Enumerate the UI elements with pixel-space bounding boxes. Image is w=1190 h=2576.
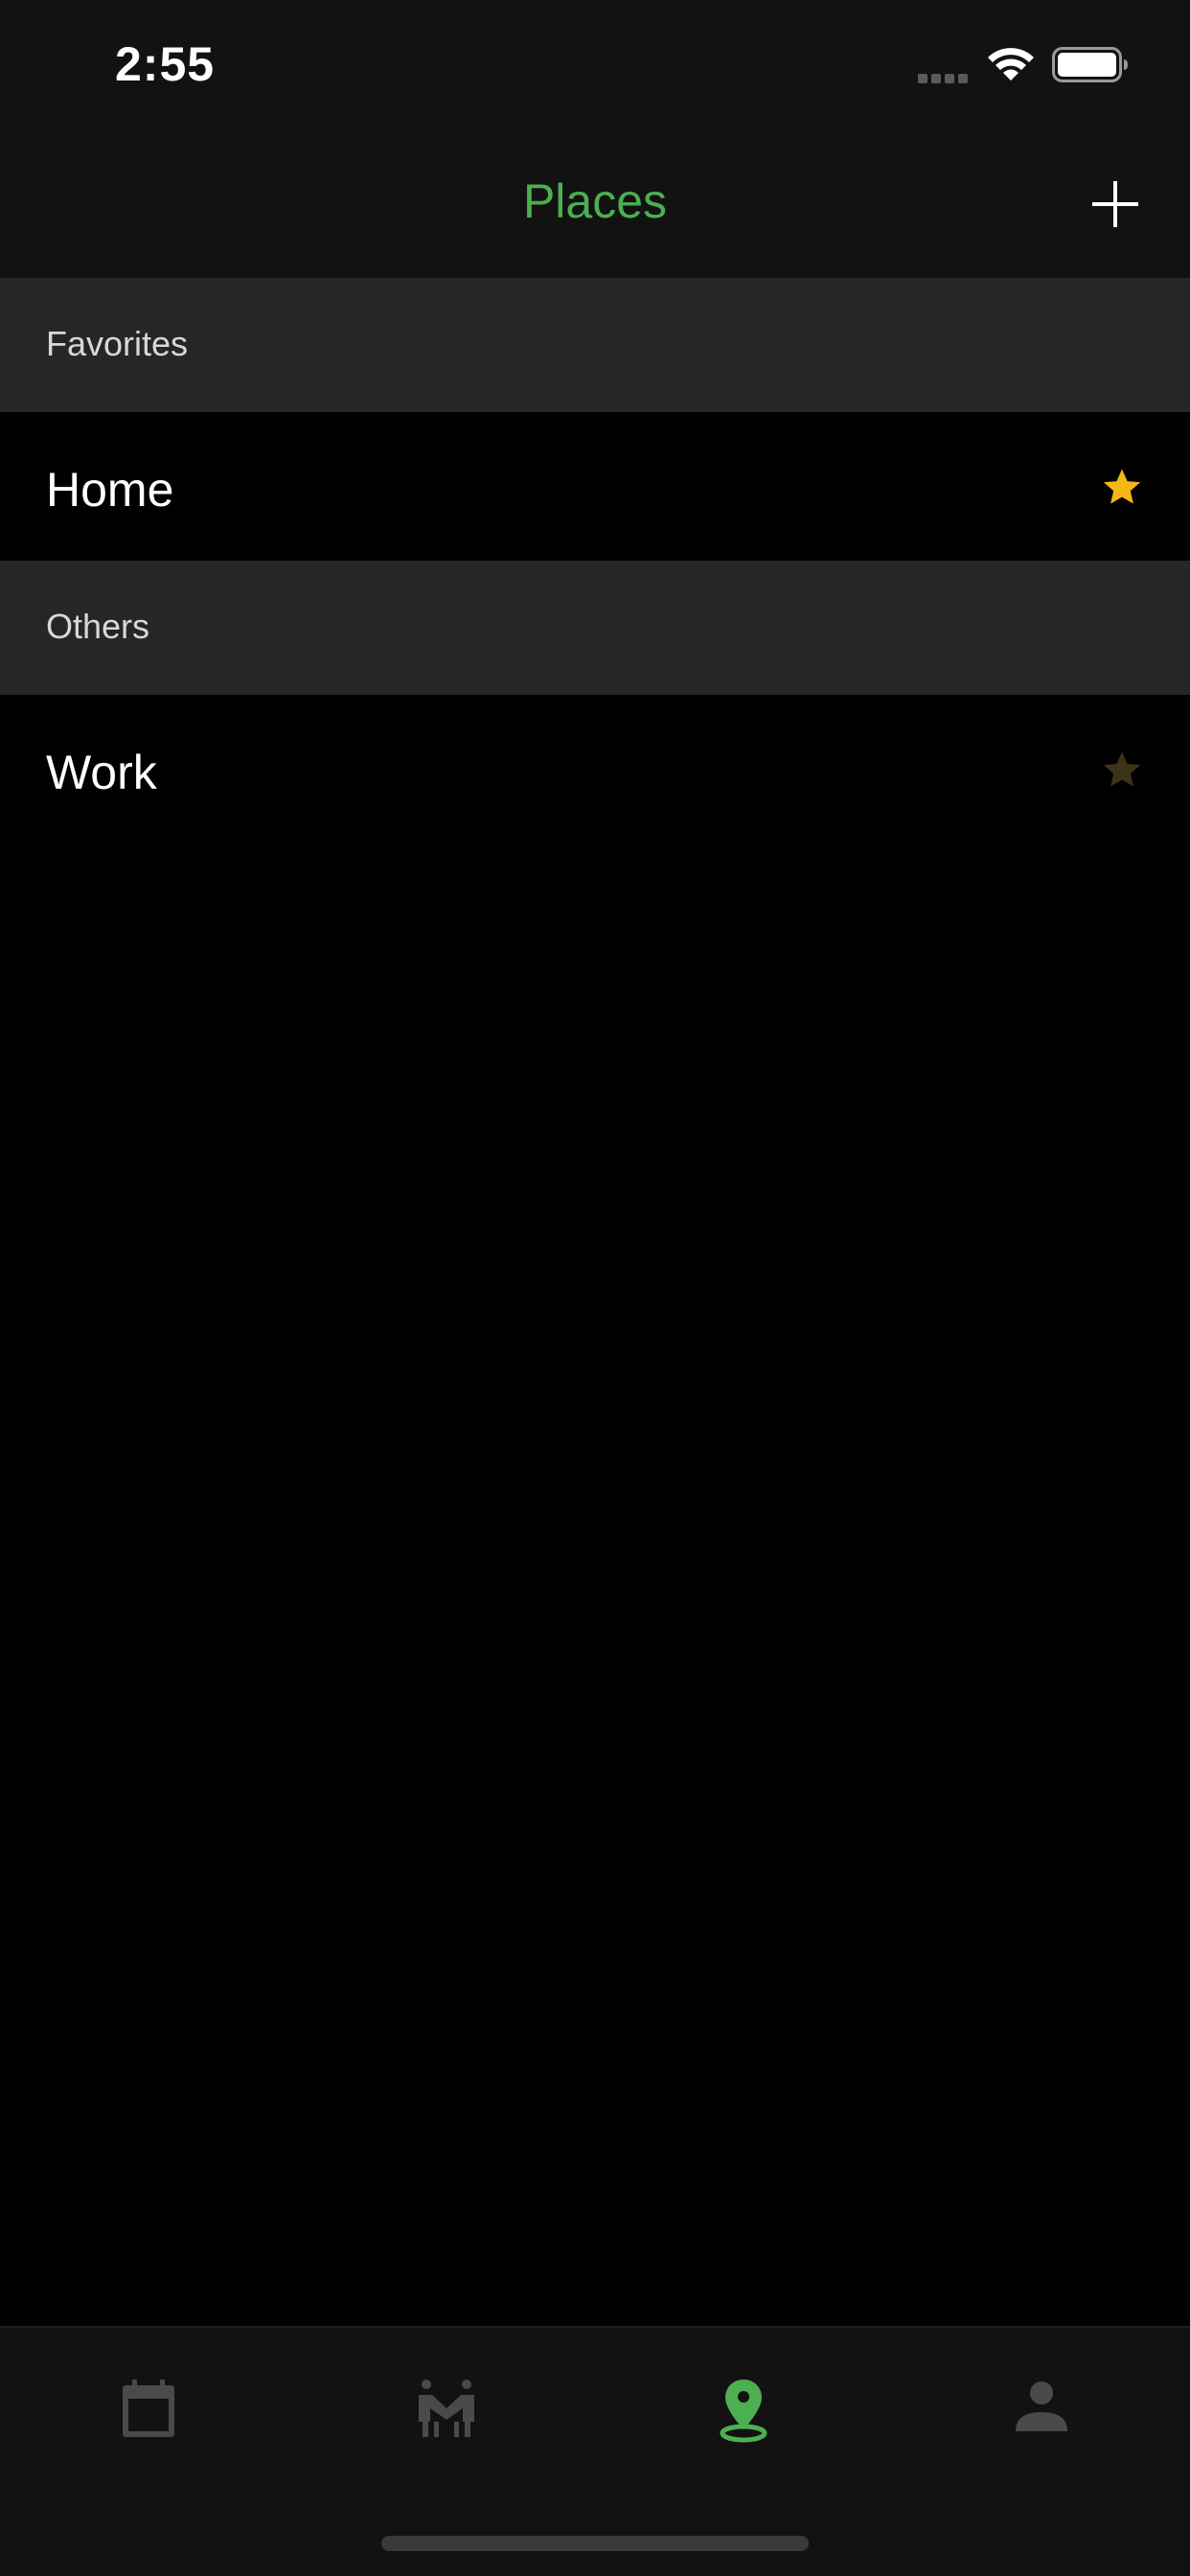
- tab-calendar[interactable]: [115, 2376, 182, 2443]
- wifi-icon: [988, 48, 1034, 80]
- place-row-work[interactable]: Work: [0, 695, 1190, 843]
- status-bar: 2:55: [0, 0, 1190, 129]
- home-indicator[interactable]: [381, 2536, 809, 2551]
- add-place-button[interactable]: [1088, 177, 1142, 231]
- place-row-home[interactable]: Home: [0, 412, 1190, 561]
- section-header-label: Favorites: [46, 324, 189, 363]
- star-icon[interactable]: [1100, 748, 1144, 793]
- section-header-others: Others: [0, 561, 1190, 695]
- section-header-favorites: Favorites: [0, 278, 1190, 412]
- plus-icon: [1092, 181, 1138, 227]
- page-title: Places: [522, 174, 668, 228]
- battery-icon: [1052, 47, 1128, 82]
- places-screen: 2:55 Places Favorites Home Others Work: [0, 0, 1190, 2576]
- location-pin-icon: [720, 2380, 767, 2443]
- navigation-bar: Places: [0, 129, 1190, 278]
- person-icon: [1016, 2381, 1067, 2431]
- tab-people[interactable]: [413, 2376, 480, 2443]
- section-header-label: Others: [46, 607, 150, 646]
- calendar-icon: [123, 2380, 174, 2437]
- people-icon: [419, 2380, 474, 2437]
- cellular-signal-icon: [918, 71, 972, 83]
- star-icon[interactable]: [1100, 466, 1144, 510]
- place-name: Home: [46, 463, 174, 517]
- tab-places[interactable]: [710, 2376, 777, 2443]
- place-name: Work: [46, 746, 157, 799]
- status-time: 2:55: [115, 37, 216, 91]
- tab-profile[interactable]: [1008, 2376, 1075, 2443]
